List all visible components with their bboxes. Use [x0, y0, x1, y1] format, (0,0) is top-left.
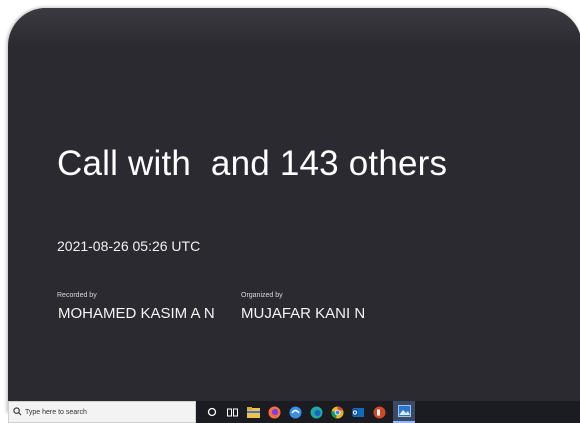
- chrome-icon[interactable]: [330, 405, 345, 420]
- file-explorer-icon[interactable]: [246, 405, 261, 420]
- call-title: Call with and 143 others: [57, 144, 448, 183]
- firefox-icon[interactable]: [267, 405, 282, 420]
- photos-icon[interactable]: [393, 401, 415, 423]
- search-icon: [13, 403, 22, 421]
- outlook-icon[interactable]: [351, 405, 366, 420]
- taskbar-search-box[interactable]: Type here to search: [8, 401, 196, 423]
- edge-legacy-icon[interactable]: [288, 405, 303, 420]
- organized-by-label: Organized by: [241, 292, 283, 299]
- powerpoint-icon[interactable]: [372, 405, 387, 420]
- edge-icon[interactable]: [309, 405, 324, 420]
- recorded-by-label: Recorded by: [57, 292, 97, 299]
- recorded-by-name: MOHAMED KASIM A N: [58, 305, 215, 322]
- windows-taskbar: Type here to search: [8, 401, 580, 423]
- organized-by-name: MUJAFAR KANI N: [241, 305, 366, 322]
- search-placeholder: Type here to search: [25, 408, 87, 416]
- task-view-icon[interactable]: [225, 405, 240, 420]
- cortana-icon[interactable]: [204, 405, 219, 420]
- call-datetime: 2021-08-26 05:26 UTC: [57, 238, 201, 254]
- recording-card: Call with and 143 others 2021-08-26 05:2…: [8, 8, 580, 413]
